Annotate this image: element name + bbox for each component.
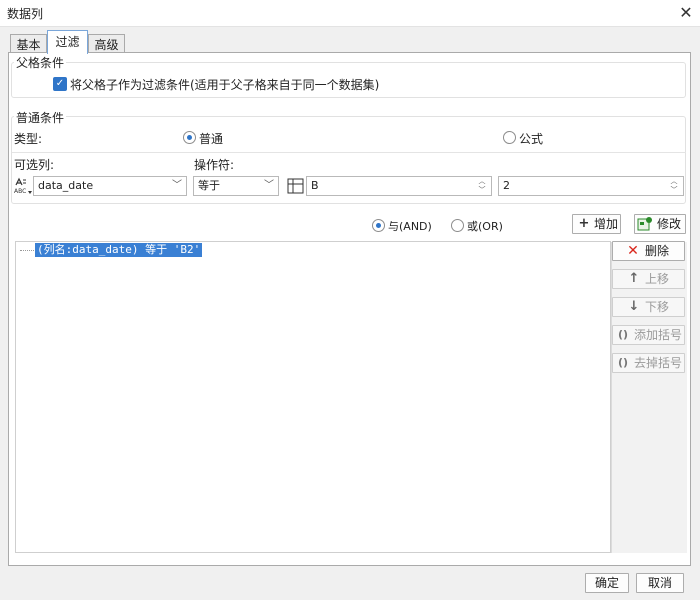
operator-label: 操作符: [194, 158, 235, 172]
modify-condition-label: 修改 [657, 217, 682, 231]
column-type-icon[interactable]: ABC [13, 176, 33, 196]
operator-select-value: 等于 [198, 179, 220, 192]
move-down-label: 下移 [645, 300, 670, 314]
edit-icon [637, 216, 653, 232]
title-bar: 数据列 ✕ [0, 0, 700, 27]
parent-condition-title: 父格条件 [14, 54, 67, 71]
type-formula-radio[interactable] [503, 131, 516, 144]
tab-filter-label: 过滤 [55, 35, 80, 49]
use-parent-checkbox[interactable]: ✓ [53, 77, 67, 91]
tab-advanced-label: 高级 [94, 38, 119, 52]
add-condition-label: 增加 [594, 217, 619, 231]
chevron-down-icon[interactable]: ﹀ [168, 177, 186, 195]
svg-text:ABC: ABC [14, 188, 26, 195]
cancel-button[interactable]: 取消 [636, 573, 684, 593]
logic-or-label: 或(OR) [467, 220, 503, 233]
modify-condition-button[interactable]: 修改 [634, 214, 686, 234]
spin-up-icon[interactable]: ︿ [666, 177, 682, 186]
add-bracket-label: 添加括号 [634, 328, 683, 342]
remove-bracket-icon: () [617, 356, 629, 369]
type-normal-label: 普通 [199, 132, 224, 146]
delete-label: 删除 [645, 244, 670, 258]
cell-value-field[interactable]: B [306, 176, 492, 196]
remove-bracket-button[interactable]: () 去掉括号 [612, 353, 685, 373]
tab-filter[interactable]: 过滤 [47, 30, 88, 54]
tree-line [20, 250, 34, 252]
window-title: 数据列 [7, 7, 44, 21]
logic-and-label: 与(AND) [388, 220, 432, 233]
column-select-value: data_date [38, 179, 94, 192]
add-condition-button[interactable]: + 增加 [572, 214, 621, 234]
spin-up-icon[interactable]: ︿ [474, 177, 490, 186]
use-parent-label: 将父格子作为过滤条件(适用于父子格来自于同一个数据集) [70, 78, 380, 92]
logic-and-radio[interactable] [372, 219, 385, 232]
plus-icon: + [578, 216, 590, 231]
type-normal-radio[interactable] [183, 131, 196, 144]
value-field-2[interactable]: 2 [498, 176, 684, 196]
arrow-down-icon: ↓ [628, 299, 640, 314]
arrow-up-icon: ↑ [628, 271, 640, 286]
move-down-button[interactable]: ↓ 下移 [612, 297, 685, 317]
remove-bracket-label: 去掉括号 [634, 356, 683, 370]
move-up-button[interactable]: ↑ 上移 [612, 269, 685, 289]
condition-item-text: (列名:data_date) 等于 'B2' [37, 243, 201, 256]
conditions-list[interactable] [15, 241, 611, 553]
delete-button[interactable]: ✕ 删除 [612, 241, 685, 261]
cell-value-text: B [311, 179, 319, 192]
condition-item[interactable]: (列名:data_date) 等于 'B2' [35, 243, 203, 257]
normal-condition-title: 普通条件 [14, 109, 67, 126]
add-bracket-button[interactable]: () 添加括号 [612, 325, 685, 345]
chevron-down-icon[interactable]: ﹀ [260, 177, 278, 195]
cancel-label: 取消 [647, 576, 672, 590]
value-field-2-text: 2 [503, 179, 510, 192]
bracket-icon: () [617, 328, 629, 341]
tab-basic[interactable]: 基本 [10, 34, 47, 54]
type-formula-label: 公式 [519, 132, 544, 146]
delete-x-icon: ✕ [627, 243, 639, 259]
logic-or-radio[interactable] [451, 219, 464, 232]
spin-down-icon[interactable]: ﹀ [666, 186, 682, 195]
tab-advanced[interactable]: 高级 [88, 34, 125, 54]
ok-label: 确定 [594, 576, 619, 590]
divider [12, 152, 686, 153]
type-label: 类型: [14, 132, 43, 146]
close-icon[interactable]: ✕ [674, 1, 698, 25]
ok-button[interactable]: 确定 [585, 573, 629, 593]
cell-reference-icon[interactable] [286, 176, 306, 196]
tab-basic-label: 基本 [16, 38, 41, 52]
move-up-label: 上移 [645, 272, 670, 286]
column-select[interactable]: data_date [33, 176, 187, 196]
spin-down-icon[interactable]: ﹀ [474, 186, 490, 195]
column-label: 可选列: [14, 158, 55, 172]
